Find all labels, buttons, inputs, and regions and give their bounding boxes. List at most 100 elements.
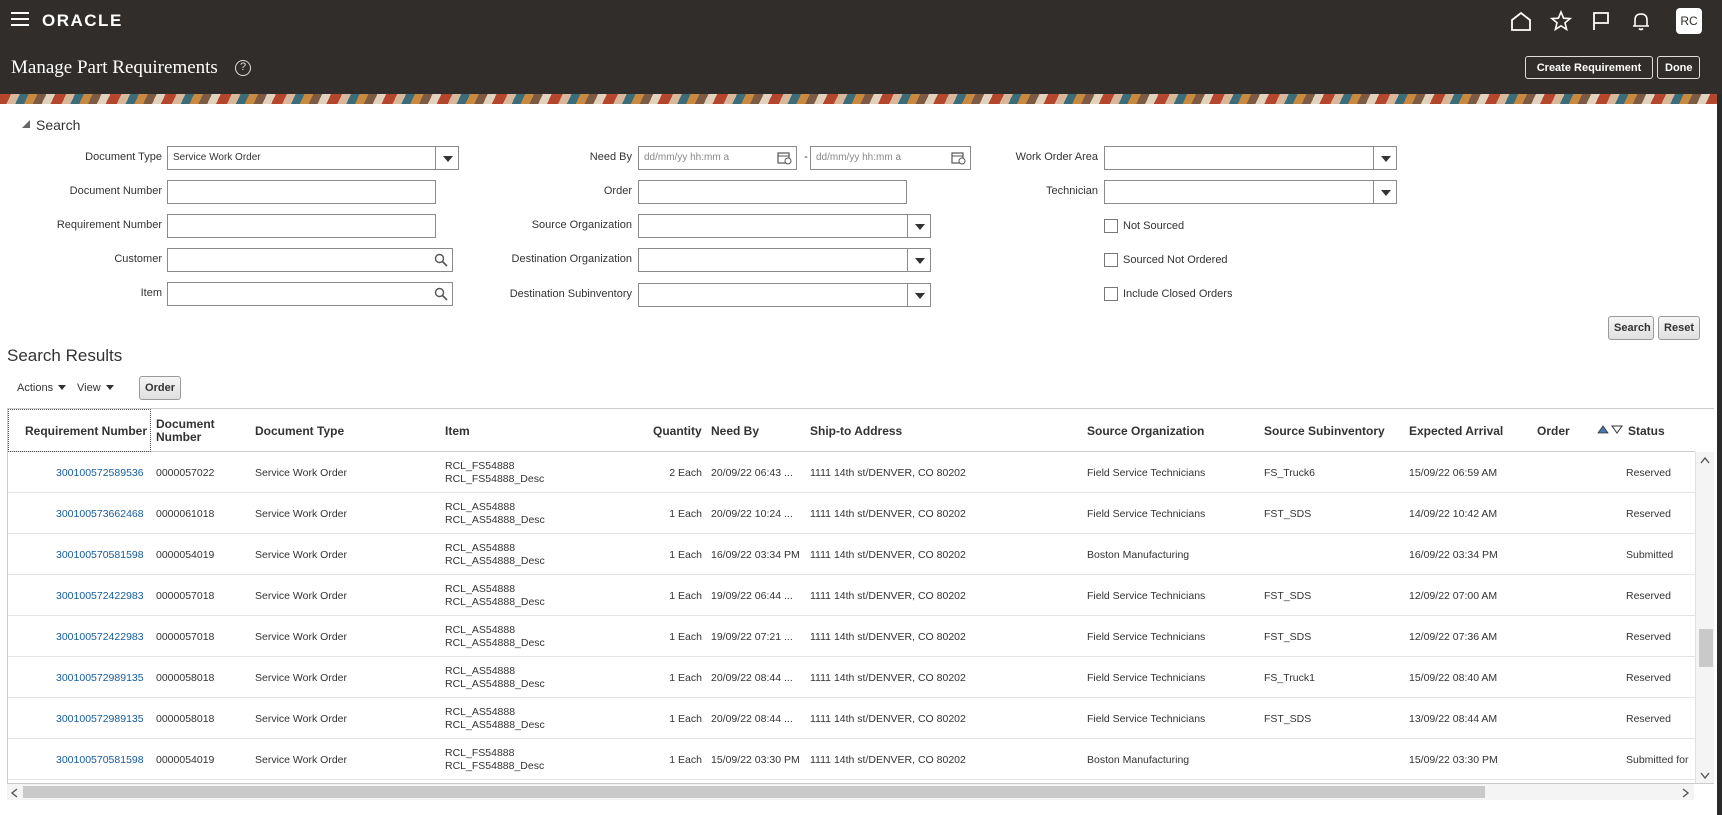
horizontal-scrollbar[interactable]	[7, 784, 1694, 800]
favorites-star-icon[interactable]	[1548, 9, 1574, 33]
need-by-to-placeholder: dd/mm/yy hh:mm a	[816, 152, 902, 163]
table-row[interactable]: 300100572422983 0000057018 Service Work Or…	[8, 616, 1695, 657]
col-ship-to-address[interactable]: Ship-to Address	[810, 409, 960, 452]
chevron-down-icon[interactable]	[435, 146, 459, 170]
document-type-select[interactable]: Service Work Order	[167, 146, 459, 170]
cell-order	[1537, 534, 1597, 575]
table-row[interactable]: 300100570581598 0000054019 Service Work Or…	[8, 739, 1695, 780]
vertical-scrollbar[interactable]	[1695, 452, 1714, 783]
not-sourced-checkbox[interactable]	[1104, 219, 1118, 233]
menu-icon[interactable]	[11, 12, 29, 26]
chevron-down-icon[interactable]	[907, 214, 931, 238]
cell-requirement-number[interactable]: 300100572989135	[56, 657, 151, 698]
cell-status: Reserved	[1626, 671, 1671, 684]
cell-requirement-number[interactable]: 300100572589536	[56, 452, 151, 493]
include-closed-orders-checkbox[interactable]	[1104, 287, 1118, 301]
need-by-from-input[interactable]: dd/mm/yy hh:mm a	[638, 146, 797, 170]
item-input[interactable]	[167, 282, 453, 306]
actions-menu[interactable]: Actions	[17, 382, 67, 394]
col-requirement-number[interactable]: Requirement Number	[8, 409, 151, 452]
cell-document-number: 0000058018	[156, 671, 215, 684]
cell-source-subinventory: FST_SDS	[1264, 507, 1312, 520]
cell-requirement-number[interactable]: 300100572422983	[56, 616, 151, 657]
col-source-organization[interactable]: Source Organization	[1087, 409, 1237, 452]
cell-requirement-number[interactable]: 300100572422983	[56, 575, 151, 616]
cell-ship-to-address: 1111 14th st/DENVER, CO 80202	[810, 630, 966, 643]
horizontal-scroll-thumb[interactable]	[23, 786, 1485, 798]
search-section-header[interactable]: Search	[22, 117, 80, 133]
flag-icon[interactable]	[1588, 9, 1614, 33]
cell-document-type: Service Work Order	[255, 507, 347, 520]
vertical-scroll-thumb[interactable]	[1699, 629, 1713, 667]
oracle-logo[interactable]: ORACLE	[42, 11, 123, 31]
source-organization-select[interactable]	[638, 214, 931, 238]
sourced-not-ordered-checkbox[interactable]	[1104, 253, 1118, 267]
search-icon[interactable]	[434, 287, 448, 301]
requirement-number-input[interactable]	[167, 214, 436, 238]
work-order-area-select[interactable]	[1104, 146, 1397, 170]
item-label: Item	[140, 287, 162, 299]
col-expected-arrival[interactable]: Expected Arrival	[1409, 409, 1529, 452]
scroll-left-icon[interactable]	[10, 788, 18, 798]
chevron-down-icon[interactable]	[1373, 180, 1397, 204]
table-row[interactable]: 300100572422983 0000057018 Service Work Or…	[8, 575, 1695, 616]
help-icon[interactable]: ?	[235, 60, 251, 76]
chevron-down-icon[interactable]	[907, 283, 931, 307]
scroll-right-icon[interactable]	[1682, 788, 1690, 798]
table-row[interactable]: 300100572589536 0000057022 Service Work Or…	[8, 452, 1695, 493]
search-button[interactable]: Search	[1608, 316, 1654, 340]
cell-item: RCL_FS54888 RCL_FS54888_Desc	[445, 452, 575, 493]
search-icon[interactable]	[434, 253, 448, 267]
cell-ship-to-address: 1111 14th st/DENVER, CO 80202	[810, 753, 966, 766]
cell-ship-to-address: 1111 14th st/DENVER, CO 80202	[810, 712, 966, 725]
destination-subinventory-select[interactable]	[638, 283, 931, 307]
reset-button[interactable]: Reset	[1658, 316, 1700, 340]
home-icon[interactable]	[1508, 9, 1534, 33]
cell-source-organization: Field Service Technicians	[1087, 589, 1206, 602]
sort-ascending-icon[interactable]	[1597, 425, 1609, 434]
table-row[interactable]: 300100573662468 0000061018 Service Work Or…	[8, 493, 1695, 534]
col-source-subinventory[interactable]: Source Subinventory	[1264, 409, 1414, 452]
cell-order	[1537, 657, 1597, 698]
col-document-number[interactable]: Document Number	[156, 409, 238, 452]
cell-source-organization: Field Service Technicians	[1087, 466, 1206, 479]
col-document-type[interactable]: Document Type	[255, 409, 405, 452]
order-input[interactable]	[638, 180, 907, 204]
chevron-down-icon[interactable]	[907, 248, 931, 272]
cell-requirement-number[interactable]: 300100570581598	[56, 534, 151, 575]
col-order[interactable]: Order	[1537, 409, 1587, 452]
sort-arrows[interactable]	[1597, 425, 1623, 434]
cell-requirement-number[interactable]: 300100572989135	[56, 698, 151, 739]
col-quantity[interactable]: Quantity	[653, 409, 711, 452]
destination-organization-select[interactable]	[638, 248, 931, 272]
collapse-triangle-icon[interactable]	[22, 120, 30, 128]
done-button[interactable]: Done	[1657, 56, 1700, 79]
table-row[interactable]: 300100572989135 0000058018 Service Work Or…	[8, 698, 1695, 739]
global-icons: RC	[1508, 8, 1702, 34]
col-status[interactable]: Status	[1628, 409, 1688, 452]
order-button[interactable]: Order	[139, 376, 181, 400]
technician-select[interactable]	[1104, 180, 1397, 204]
scroll-up-icon[interactable]	[1700, 456, 1710, 464]
table-row[interactable]: 300100570581598 0000054019 Service Work Or…	[8, 534, 1695, 575]
item-code: RCL_AS54888	[445, 664, 516, 677]
create-requirement-button[interactable]: Create Requirement	[1525, 56, 1653, 79]
document-number-input[interactable]	[167, 180, 436, 204]
col-need-by[interactable]: Need By	[711, 409, 801, 452]
item-code: RCL_AS54888	[445, 541, 516, 554]
calendar-icon[interactable]	[777, 151, 792, 165]
table-row[interactable]: 300100572989135 0000058018 Service Work Or…	[8, 657, 1695, 698]
sort-descending-icon[interactable]	[1611, 425, 1623, 434]
user-avatar[interactable]: RC	[1676, 8, 1702, 34]
view-menu[interactable]: View	[77, 382, 114, 394]
customer-input[interactable]	[167, 248, 453, 272]
chevron-down-icon[interactable]	[1373, 146, 1397, 170]
col-item[interactable]: Item	[445, 409, 545, 452]
cell-requirement-number[interactable]: 300100570581598	[56, 739, 151, 780]
page-title: Manage Part Requirements	[11, 57, 218, 78]
cell-requirement-number[interactable]: 300100573662468	[56, 493, 151, 534]
cell-quantity: 1 Each	[669, 671, 702, 684]
notifications-bell-icon[interactable]	[1628, 9, 1654, 33]
cell-source-organization: Field Service Technicians	[1087, 712, 1206, 725]
scroll-down-icon[interactable]	[1700, 772, 1710, 780]
